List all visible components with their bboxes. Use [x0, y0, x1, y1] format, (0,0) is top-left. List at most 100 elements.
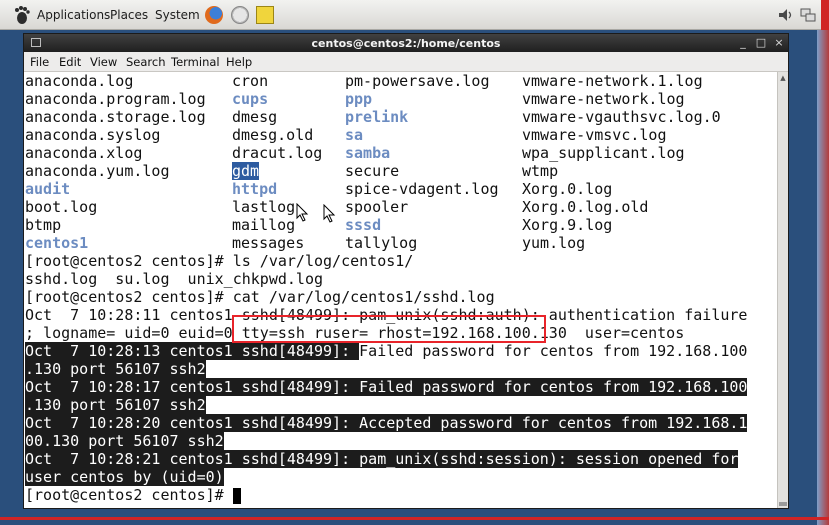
- log-line: Oct 7 10:28:11 centos1 sshd[48499]: pam_…: [25, 306, 748, 324]
- file-entry: lastlog: [232, 198, 296, 216]
- scroll-thumb[interactable]: [779, 502, 787, 506]
- menu-edit[interactable]: Edit: [59, 55, 81, 69]
- ls-row: anaconda.storage.log dmesg prelink vmware-v…: [25, 108, 777, 126]
- ls-output-line: sshd.log su.log unix_chkpwd.log: [25, 270, 324, 288]
- file-entry: pm-powersave.log: [345, 72, 490, 90]
- terminal-output[interactable]: anaconda.log cron pm-powersave.log vmware-n…: [25, 72, 777, 507]
- file-entry: vmware-vgauthsvc.log.0: [522, 108, 721, 126]
- ls-row: centos1 messages tallylog yum.log: [25, 234, 777, 252]
- file-entry: btmp: [25, 216, 62, 234]
- log-line: 00.130 port 56107 ssh2: [25, 432, 777, 450]
- ls-row: audit httpd spice-vdagent.log Xorg.0.log: [25, 180, 777, 198]
- selected-entry: gdm: [232, 162, 260, 180]
- directory-entry: cups: [232, 90, 269, 108]
- directory-entry: sa: [345, 126, 364, 144]
- log-line-text: 00.130 port 56107 ssh2: [25, 432, 224, 450]
- window-title: centos@centos2:/home/centos: [311, 37, 501, 50]
- directory-entry: sssd: [345, 216, 382, 234]
- ls-row: btmp maillog sssd Xorg.9.log: [25, 216, 777, 234]
- ls-row: boot.log lastlog spooler Xorg.0.log.old: [25, 198, 777, 216]
- ls-row: anaconda.log cron pm-powersave.log vmware-n…: [25, 72, 777, 90]
- log-line: Oct 7 10:28:13 centos1 sshd[48499]: Fail…: [25, 342, 777, 360]
- command-prompt[interactable]: [root@centos2 centos]#: [25, 486, 777, 504]
- file-entry: wtmp: [522, 162, 559, 180]
- file-entry: tallylog: [345, 234, 418, 252]
- file-entry: secure: [345, 162, 400, 180]
- notes-icon[interactable]: [256, 6, 274, 24]
- file-entry: anaconda.program.log: [25, 90, 206, 108]
- menubar: File Edit View Search Terminal Help: [24, 52, 788, 72]
- screen-edge-bottom: [0, 517, 829, 520]
- menu-file[interactable]: File: [30, 55, 49, 69]
- file-entry: dracut.log: [232, 144, 323, 162]
- top-panel: Applications Places System: [0, 0, 829, 30]
- log-line: user centos by (uid=0): [25, 468, 777, 486]
- menu-view[interactable]: View: [90, 55, 117, 69]
- file-entry: maillog: [232, 216, 296, 234]
- log-line-prefix: Oct 7 10:28:13 centos1 sshd[48499]:: [25, 342, 360, 360]
- directory-entry: audit: [25, 180, 71, 198]
- file-entry: spooler: [345, 198, 409, 216]
- mouse-pointer-icon: [296, 203, 309, 222]
- ls-row: anaconda.xlog dracut.log samba wpa_supplica…: [25, 144, 777, 162]
- file-entry: vmware-network.log: [522, 90, 685, 108]
- log-line-text: .130 port 56107 ssh2: [25, 360, 206, 378]
- file-entry: yum.log: [522, 234, 586, 252]
- directory-entry: centos1: [25, 234, 89, 252]
- file-entry: anaconda.storage.log: [25, 108, 206, 126]
- file-entry: vmware-network.1.log: [522, 72, 703, 90]
- log-line: Oct 7 10:28:20 centos1 sshd[48499]: Acce…: [25, 414, 777, 432]
- file-entry: dmesg.old: [232, 126, 314, 144]
- directory-entry: httpd: [232, 180, 278, 198]
- ls-row: anaconda.yum.log gdm secure wtmp: [25, 162, 777, 180]
- log-line-text: user centos by (uid=0): [25, 468, 224, 486]
- ls-row: anaconda.syslog dmesg.old sa vmware-vmsvc.l…: [25, 126, 777, 144]
- places-menu[interactable]: Places: [110, 8, 148, 22]
- log-line: Oct 7 10:28:17 centos1 sshd[48499]: Fail…: [25, 378, 777, 396]
- file-entry: Xorg.0.log: [522, 180, 613, 198]
- command-line-cat: [root@centos2 centos]# cat /var/log/cent…: [25, 288, 495, 306]
- scroll-up-icon[interactable]: ▲: [779, 74, 787, 82]
- log-line: ; logname= uid=0 euid=0 tty=ssh ruser= r…: [25, 324, 685, 342]
- system-menu[interactable]: System: [155, 8, 200, 22]
- log-line: .130 port 56107 ssh2: [25, 396, 777, 414]
- directory-entry: prelink: [345, 108, 409, 126]
- firefox-icon[interactable]: [205, 6, 223, 24]
- menu-terminal[interactable]: Terminal: [171, 55, 220, 69]
- file-entry: Xorg.0.log.old: [522, 198, 649, 216]
- text-cursor: [232, 487, 241, 504]
- applications-menu[interactable]: Applications: [37, 8, 110, 22]
- file-entry: Xorg.9.log: [522, 216, 613, 234]
- maximize-button[interactable]: □: [754, 36, 768, 49]
- menu-search[interactable]: Search: [126, 55, 166, 69]
- file-entry: cron: [232, 72, 269, 90]
- log-line-text: Oct 7 10:28:17 centos1 sshd[48499]: Fail…: [25, 378, 748, 396]
- file-entry: anaconda.yum.log: [25, 162, 170, 180]
- minimize-button[interactable]: _: [736, 36, 750, 49]
- close-button[interactable]: ×: [772, 36, 786, 49]
- directory-entry: ppp: [345, 90, 373, 108]
- log-line-text: Oct 7 10:28:20 centos1 sshd[48499]: Acce…: [25, 414, 748, 432]
- mail-icon[interactable]: [231, 6, 249, 24]
- ls-row: anaconda.program.log cups ppp vmware-networ…: [25, 90, 777, 108]
- panel-edge: [821, 0, 829, 30]
- file-entry: vmware-vmsvc.log: [522, 126, 667, 144]
- window-titlebar[interactable]: centos@centos2:/home/centos _ □ ×: [24, 34, 788, 52]
- prompt-text: [root@centos2 centos]#: [25, 486, 233, 504]
- menu-help[interactable]: Help: [226, 55, 252, 69]
- vertical-scrollbar[interactable]: ▲: [777, 72, 788, 508]
- network-icon[interactable]: [800, 7, 816, 23]
- file-entry: messages: [232, 234, 305, 252]
- terminal-window: centos@centos2:/home/centos _ □ × File E…: [23, 33, 789, 509]
- log-line: .130 port 56107 ssh2: [25, 360, 777, 378]
- file-entry: anaconda.log: [25, 72, 134, 90]
- log-line-text: Oct 7 10:28:21 centos1 sshd[48499]: pam_…: [25, 450, 739, 468]
- command-line-ls: [root@centos2 centos]# ls /var/log/cento…: [25, 252, 414, 270]
- file-entry: dmesg: [232, 108, 278, 126]
- log-line-selected: Failed password for centos from 192.168.…: [359, 342, 748, 360]
- file-entry: boot.log: [25, 198, 98, 216]
- log-line-text: .130 port 56107 ssh2: [25, 396, 206, 414]
- gnome-foot-icon[interactable]: [12, 5, 32, 25]
- log-line: Oct 7 10:28:21 centos1 sshd[48499]: pam_…: [25, 450, 777, 468]
- volume-icon[interactable]: [778, 8, 794, 22]
